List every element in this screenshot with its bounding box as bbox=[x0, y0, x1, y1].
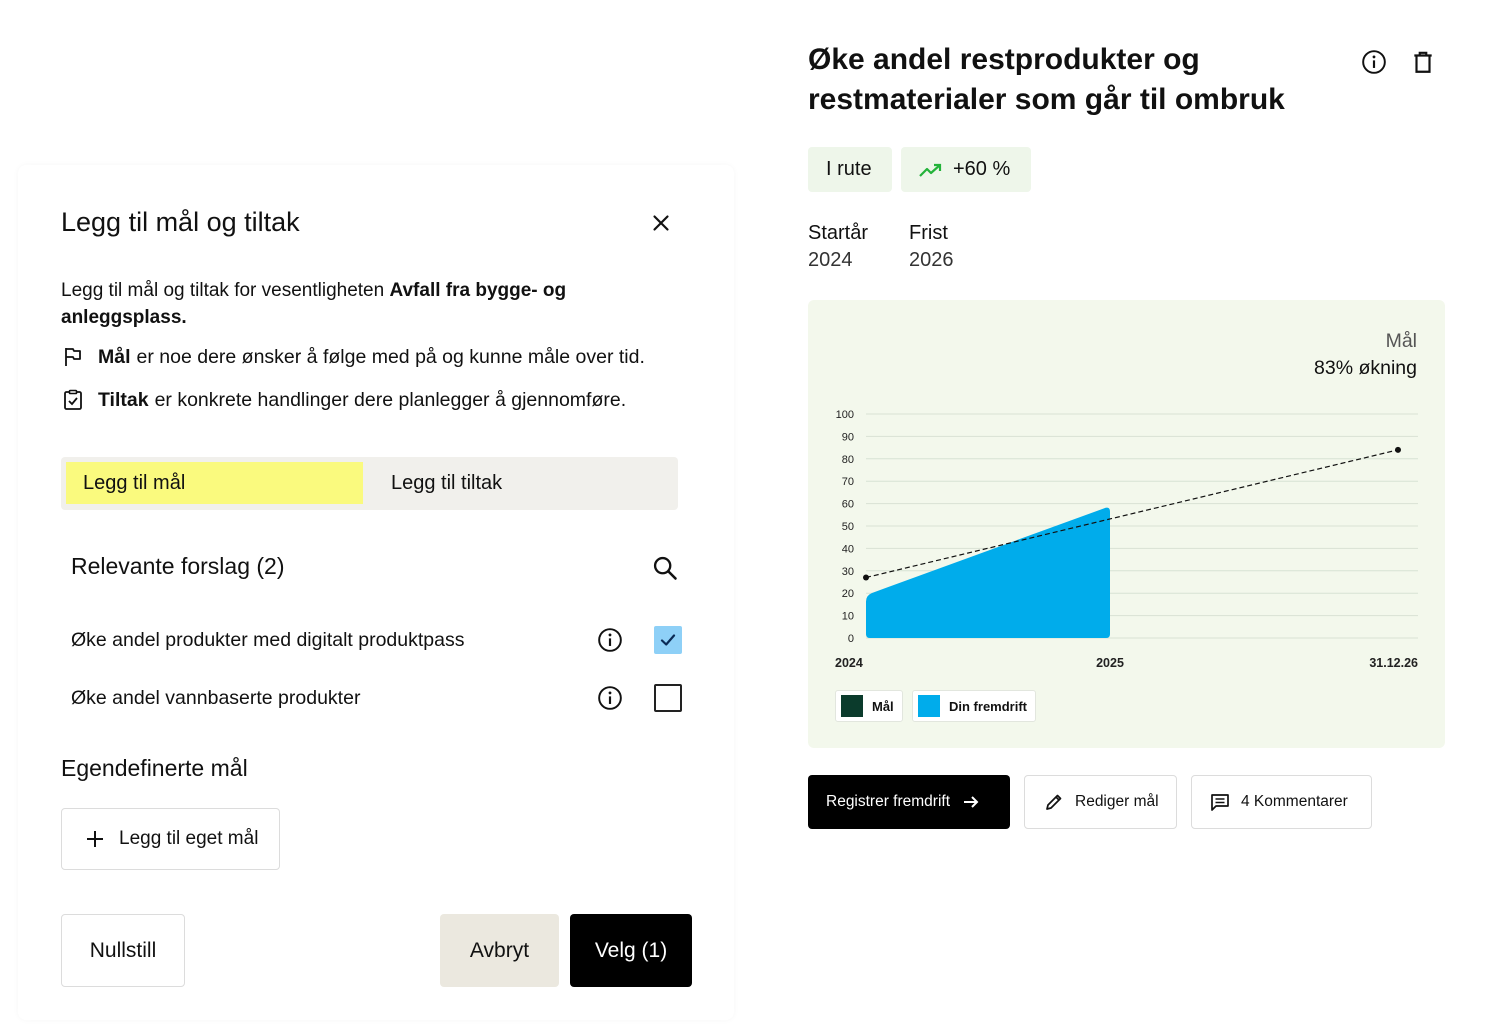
add-goal-dialog: Legg til mål og tiltak Legg til mål og t… bbox=[18, 165, 734, 1020]
intro-text: Legg til mål og tiltak for vesentlighete… bbox=[61, 280, 390, 301]
check-icon bbox=[660, 634, 676, 646]
y-tick-label: 10 bbox=[842, 611, 854, 623]
goal-action-tabs: Legg til mål Legg til tiltak bbox=[61, 457, 678, 510]
comment-icon bbox=[1211, 794, 1229, 811]
y-tick-label: 60 bbox=[842, 499, 854, 511]
status-badge: I rute bbox=[808, 147, 892, 192]
trending-up-icon bbox=[919, 163, 942, 177]
goal-start-point bbox=[863, 574, 869, 581]
dialog-intro: Legg til mål og tiltak for vesentlighete… bbox=[61, 277, 641, 331]
action-description: er konkrete handlinger dere planlegger å… bbox=[154, 388, 627, 411]
y-tick-label: 100 bbox=[836, 409, 854, 421]
legend-progress-label: Din fremdrift bbox=[949, 698, 1027, 714]
info-icon[interactable] bbox=[597, 685, 623, 711]
goal-title: Øke andel restprodukter og restmateriale… bbox=[808, 43, 1285, 116]
deadline: Frist 2026 bbox=[909, 220, 954, 274]
y-tick-label: 0 bbox=[848, 633, 854, 645]
register-progress-button[interactable]: Registrer fremdrift bbox=[808, 775, 1010, 829]
y-tick-label: 80 bbox=[842, 454, 854, 466]
legend-goal: Mål bbox=[835, 690, 903, 722]
start-year: Startår 2024 bbox=[808, 220, 868, 274]
trash-icon[interactable] bbox=[1410, 49, 1436, 75]
edit-goal-button[interactable]: Rediger mål bbox=[1024, 775, 1177, 829]
flag-icon bbox=[65, 348, 81, 366]
list-item: Øke andel produkter med digitalt produkt… bbox=[71, 620, 691, 660]
comments-label: 4 Kommentarer bbox=[1241, 793, 1348, 810]
register-progress-label: Registrer fremdrift bbox=[826, 793, 951, 810]
close-icon[interactable] bbox=[648, 210, 674, 236]
action-term: Tiltak bbox=[98, 388, 149, 411]
progress-area bbox=[866, 507, 1110, 638]
legend-goal-label: Mål bbox=[872, 698, 894, 714]
y-tick-label: 70 bbox=[842, 476, 854, 488]
add-custom-goal-button[interactable]: Legg til eget mål bbox=[61, 808, 280, 870]
y-tick-label: 90 bbox=[842, 431, 854, 443]
trend-value: +60 % bbox=[953, 158, 1011, 180]
info-icon[interactable] bbox=[597, 627, 623, 653]
search-icon[interactable] bbox=[651, 554, 679, 582]
goal-term: Mål bbox=[98, 345, 131, 368]
x-tick-label: 2024 bbox=[835, 656, 863, 670]
reset-button[interactable]: Nullstill bbox=[61, 914, 185, 987]
edit-goal-label: Rediger mål bbox=[1075, 793, 1159, 810]
y-tick-label: 50 bbox=[842, 521, 854, 533]
comments-button[interactable]: 4 Kommentarer bbox=[1191, 775, 1372, 829]
y-tick-label: 30 bbox=[842, 566, 854, 578]
start-year-label: Startår bbox=[808, 222, 869, 244]
goal-target-caption: Mål bbox=[1385, 330, 1417, 352]
deadline-label: Frist bbox=[909, 222, 948, 244]
action-explanation: Tiltak er konkrete handlinger dere planl… bbox=[61, 388, 626, 412]
suggestions-heading: Relevante forslag (2) bbox=[71, 553, 285, 579]
dialog-title: Legg til mål og tiltak bbox=[61, 207, 300, 237]
select-button[interactable]: Velg (1) bbox=[570, 914, 692, 987]
plus-icon bbox=[87, 831, 103, 847]
tab-add-goal[interactable]: Legg til mål bbox=[66, 462, 363, 504]
goal-target-value: 83% økning bbox=[1314, 357, 1417, 379]
tab-add-action[interactable]: Legg til tiltak bbox=[374, 462, 664, 504]
goal-line bbox=[865, 449, 1399, 579]
deadline-value: 2026 bbox=[909, 249, 954, 271]
clipboard-check-icon bbox=[64, 389, 82, 410]
start-year-value: 2024 bbox=[808, 249, 853, 271]
legend-progress-swatch bbox=[918, 695, 940, 717]
goal-target: Mål 83% økning bbox=[1314, 328, 1417, 382]
progress-chart-panel: 0 10 20 30 40 50 60 70 80 90 100 2024 2025 31.12.26 M… bbox=[808, 300, 1445, 748]
goal-description: er noe dere ønsker å følge med på og kun… bbox=[136, 345, 645, 368]
info-icon[interactable] bbox=[1361, 49, 1387, 75]
x-tick-label: 2025 bbox=[1096, 656, 1124, 670]
add-custom-goal-label: Legg til eget mål bbox=[119, 828, 259, 849]
suggestion-checkbox[interactable] bbox=[654, 626, 682, 654]
cancel-button[interactable]: Avbryt bbox=[440, 914, 559, 987]
goal-end-point bbox=[1395, 446, 1401, 453]
legend-progress: Din fremdrift bbox=[912, 690, 1036, 722]
y-tick-label: 20 bbox=[842, 588, 854, 600]
goal-explanation: Mål er noe dere ønsker å følge med på og… bbox=[61, 345, 645, 369]
arrow-right-icon bbox=[964, 796, 979, 808]
legend-goal-swatch bbox=[841, 695, 863, 717]
custom-goals-heading: Egendefinerte mål bbox=[61, 755, 248, 781]
list-item: Øke andel vannbaserte produkter bbox=[71, 678, 691, 718]
x-tick-label: 31.12.26 bbox=[1369, 656, 1418, 670]
pencil-icon bbox=[1046, 794, 1062, 810]
trend-badge: +60 % bbox=[901, 147, 1031, 192]
suggestion-checkbox[interactable] bbox=[654, 684, 682, 712]
y-tick-label: 40 bbox=[842, 543, 854, 555]
